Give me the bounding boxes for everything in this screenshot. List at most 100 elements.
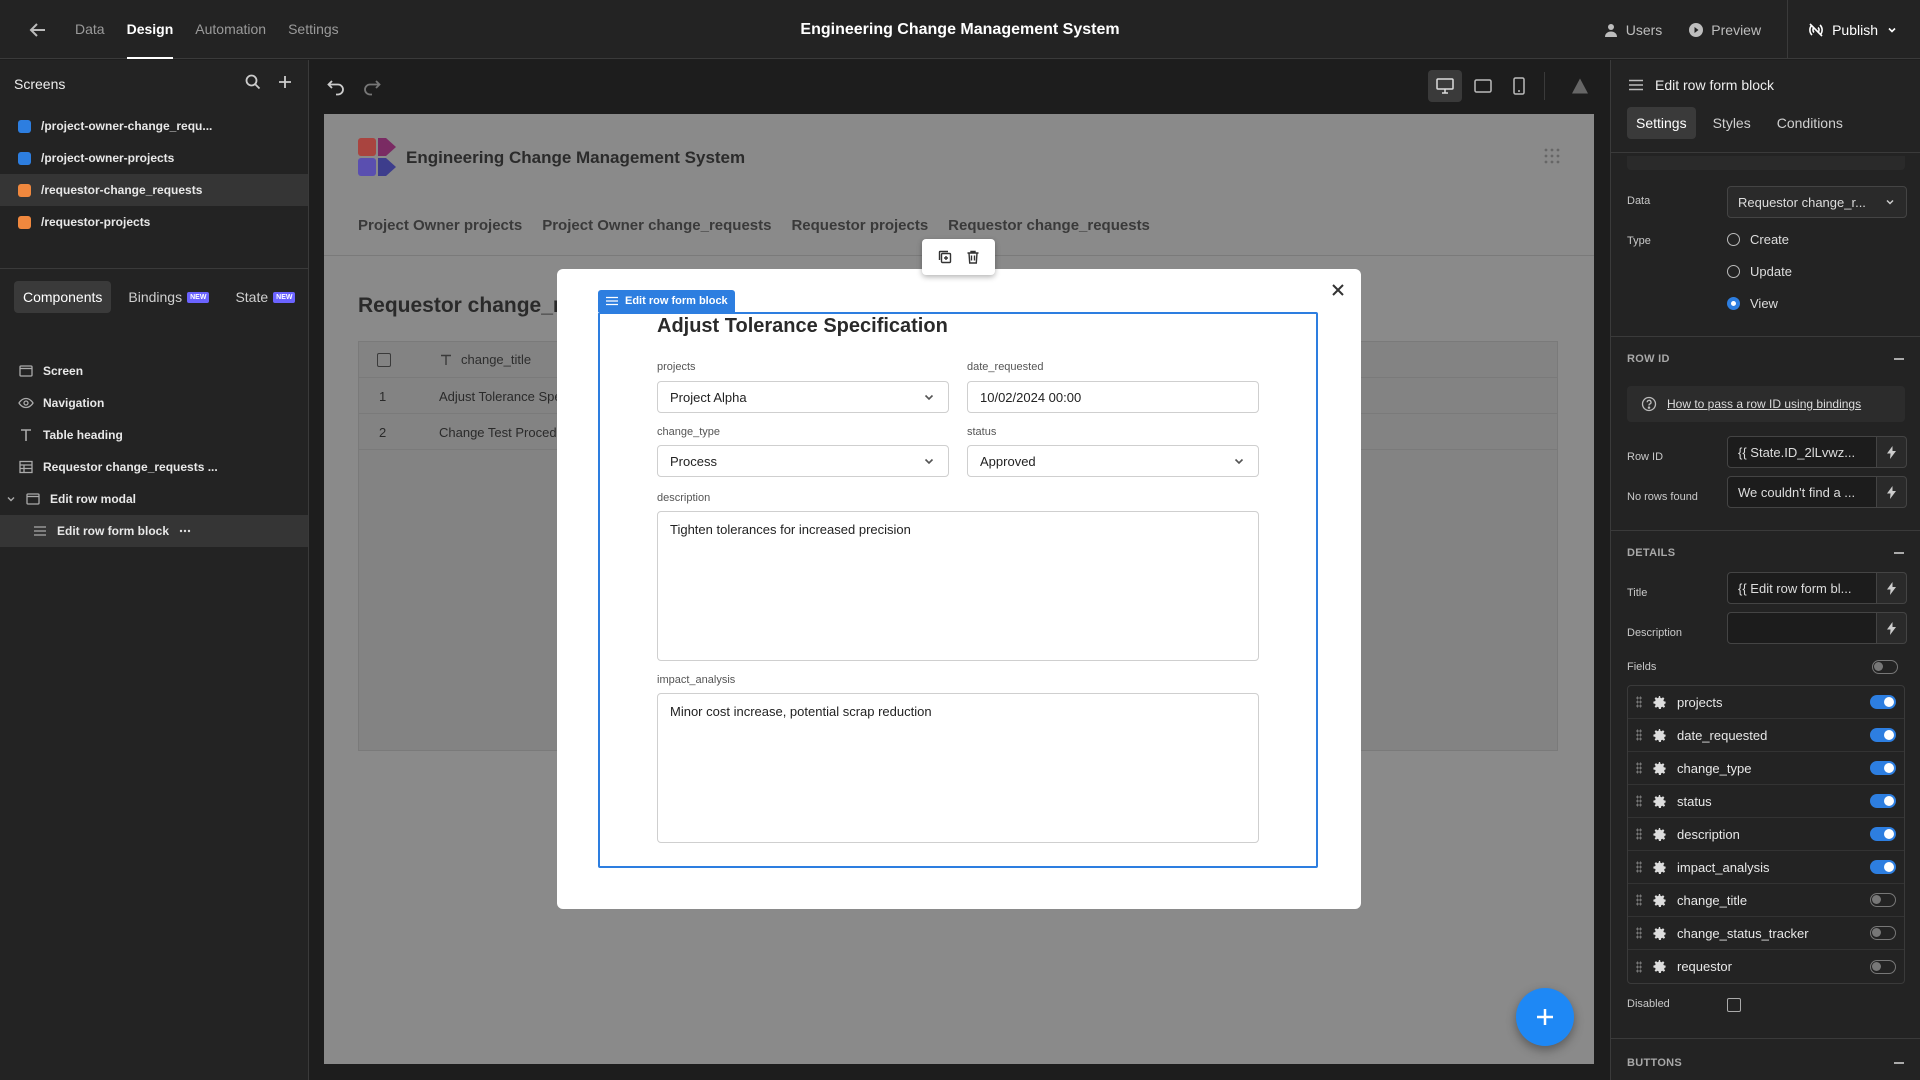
redo-icon[interactable]	[362, 76, 382, 96]
screen-item[interactable]: /requestor-projects	[0, 206, 308, 238]
drag-handle-icon[interactable]	[1636, 696, 1642, 708]
binding-button[interactable]	[1877, 476, 1907, 508]
field-row[interactable]: change_type	[1628, 752, 1904, 785]
column-header[interactable]: change_title	[439, 352, 531, 367]
row-id-input[interactable]: {{ State.ID_2lLvwz...	[1727, 436, 1907, 468]
field-toggle[interactable]	[1870, 926, 1896, 940]
users-button[interactable]: Users	[1603, 22, 1662, 38]
status-select[interactable]: Approved	[967, 445, 1259, 477]
binding-button[interactable]	[1877, 572, 1907, 604]
drag-handle-icon[interactable]	[1636, 960, 1642, 973]
type-option-view[interactable]: View	[1727, 296, 1778, 311]
gear-icon[interactable]	[1652, 893, 1667, 908]
row-id-help[interactable]: How to pass a row ID using bindings	[1627, 386, 1905, 422]
warning-icon[interactable]	[1571, 77, 1589, 95]
duplicate-icon[interactable]	[937, 249, 953, 265]
add-component-button[interactable]	[1516, 988, 1574, 1046]
drag-handle-icon[interactable]	[1636, 828, 1642, 840]
gear-icon[interactable]	[1652, 794, 1667, 809]
screen-item[interactable]: /project-owner-change_requ...	[0, 110, 308, 142]
back-arrow-icon[interactable]	[26, 18, 50, 42]
screen-item[interactable]: /project-owner-projects	[0, 142, 308, 174]
field-toggle[interactable]	[1870, 794, 1896, 808]
collapse-icon[interactable]	[1894, 1062, 1904, 1064]
search-icon[interactable]	[244, 73, 262, 91]
tab-data[interactable]: Data	[75, 0, 105, 59]
projects-select[interactable]: Project Alpha	[657, 381, 949, 413]
plus-icon[interactable]	[276, 73, 294, 91]
impact-analysis-textarea[interactable]: Minor cost increase, potential scrap red…	[657, 693, 1259, 843]
undo-icon[interactable]	[326, 76, 346, 96]
field-toggle[interactable]	[1870, 860, 1896, 874]
nav-link[interactable]: Requestor change_requests	[948, 217, 1150, 234]
field-toggle[interactable]	[1870, 893, 1896, 907]
nav-link[interactable]: Project Owner change_requests	[542, 217, 771, 234]
field-toggle[interactable]	[1870, 827, 1896, 841]
grid-icon[interactable]	[1544, 148, 1560, 164]
screen-item[interactable]: /requestor-change_requests	[0, 174, 308, 206]
type-option-create[interactable]: Create	[1727, 232, 1789, 247]
tab-settings[interactable]: Settings	[288, 0, 339, 59]
publish-button[interactable]: Publish	[1787, 0, 1920, 59]
collapse-icon[interactable]	[1894, 358, 1904, 360]
field-row[interactable]: status	[1628, 785, 1904, 818]
field-row[interactable]: impact_analysis	[1628, 851, 1904, 884]
data-source-select[interactable]: Requestor change_r...	[1727, 186, 1907, 218]
description-textarea[interactable]: Tighten tolerances for increased precisi…	[657, 511, 1259, 661]
collapse-icon[interactable]	[1894, 552, 1904, 554]
gear-icon[interactable]	[1652, 761, 1667, 776]
description-input[interactable]	[1727, 612, 1907, 644]
gear-icon[interactable]	[1652, 959, 1667, 974]
tab-styles[interactable]: Styles	[1704, 107, 1760, 139]
gear-icon[interactable]	[1652, 695, 1667, 710]
date-requested-input[interactable]: 10/02/2024 00:00	[967, 381, 1259, 413]
field-row[interactable]: description	[1628, 818, 1904, 851]
chevron-down-icon[interactable]	[6, 494, 16, 504]
binding-button[interactable]	[1877, 436, 1907, 468]
tab-state[interactable]: State NEW	[226, 281, 304, 313]
tab-conditions[interactable]: Conditions	[1768, 107, 1852, 139]
field-row[interactable]: change_title	[1628, 884, 1904, 917]
desktop-view-button[interactable]	[1428, 70, 1462, 102]
field-toggle[interactable]	[1870, 728, 1896, 742]
preview-button[interactable]: Preview	[1688, 22, 1761, 38]
tree-item-screen[interactable]: Screen	[0, 355, 308, 387]
nav-link[interactable]: Requestor projects	[791, 217, 928, 234]
tab-design[interactable]: Design	[126, 0, 173, 59]
tree-item-edit-row-modal[interactable]: Edit row modal	[0, 483, 308, 515]
tree-item-table-heading[interactable]: Table heading	[0, 419, 308, 451]
drag-handle-icon[interactable]	[1636, 894, 1642, 906]
close-icon[interactable]	[1329, 281, 1347, 299]
field-toggle[interactable]	[1870, 695, 1896, 709]
tab-bindings[interactable]: Bindings NEW	[119, 281, 218, 313]
drag-handle-icon[interactable]	[1636, 795, 1642, 807]
disabled-checkbox[interactable]	[1727, 998, 1741, 1012]
drag-handle-icon[interactable]	[1636, 762, 1642, 774]
radio-button[interactable]	[1727, 233, 1740, 246]
field-toggle[interactable]	[1870, 959, 1896, 974]
tab-components[interactable]: Components	[14, 281, 112, 313]
tab-settings[interactable]: Settings	[1627, 107, 1696, 139]
field-toggle[interactable]	[1870, 761, 1896, 775]
field-row[interactable]: date_requested	[1628, 719, 1904, 752]
type-option-update[interactable]: Update	[1727, 264, 1792, 279]
no-rows-input[interactable]: We couldn't find a ...	[1727, 476, 1907, 508]
gear-icon[interactable]	[1652, 728, 1667, 743]
drag-handle-icon[interactable]	[1636, 927, 1642, 939]
binding-button[interactable]	[1877, 612, 1907, 644]
radio-button[interactable]	[1727, 297, 1740, 310]
more-icon[interactable]	[178, 524, 192, 538]
all-fields-toggle[interactable]	[1872, 660, 1898, 674]
tree-item-edit-row-form-block[interactable]: Edit row form block	[0, 515, 308, 547]
tab-automation[interactable]: Automation	[195, 0, 266, 59]
gear-icon[interactable]	[1652, 860, 1667, 875]
field-row[interactable]: requestor	[1628, 950, 1904, 983]
tree-item-table[interactable]: Requestor change_requests ...	[0, 451, 308, 483]
drag-handle-icon[interactable]	[1636, 861, 1642, 873]
field-row[interactable]: change_status_tracker	[1628, 917, 1904, 950]
tablet-icon[interactable]	[1474, 78, 1492, 94]
change-type-select[interactable]: Process	[657, 445, 949, 477]
title-input[interactable]: {{ Edit row form bl...	[1727, 572, 1907, 604]
tree-item-navigation[interactable]: Navigation	[0, 387, 308, 419]
block-tag[interactable]: Edit row form block	[598, 290, 735, 312]
